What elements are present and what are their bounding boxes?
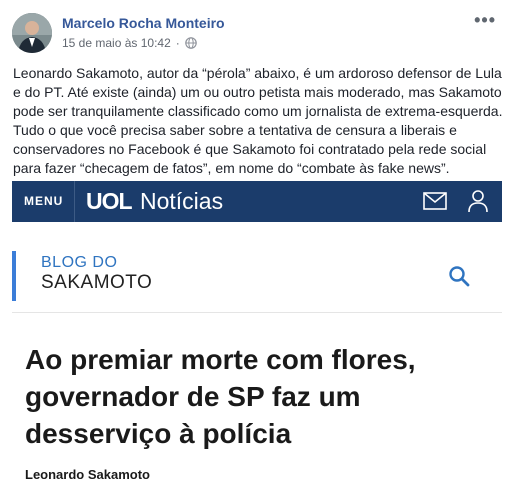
divider bbox=[12, 312, 502, 313]
more-options-button[interactable]: ••• bbox=[474, 10, 496, 31]
headline-line: desserviço à polícia bbox=[25, 418, 292, 449]
author-name[interactable]: Marcelo Rocha Monteiro bbox=[62, 15, 225, 31]
header-divider bbox=[74, 181, 75, 222]
shared-article-image[interactable]: MENU UOL Notícias BLOG DO SAKAMOTO Ao pr… bbox=[12, 181, 502, 486]
post-date[interactable]: 15 de maio às 10:42 bbox=[62, 36, 171, 50]
post-text-line: para fazer “checagem de fatos”, em nome … bbox=[13, 160, 450, 176]
globe-icon[interactable] bbox=[184, 37, 197, 49]
blog-title-prefix: BLOG DO bbox=[41, 254, 118, 271]
post-text-line: Leonardo Sakamoto, autor da “pérola” aba… bbox=[13, 65, 502, 81]
author-avatar[interactable] bbox=[12, 13, 52, 53]
uol-header-bar: MENU UOL Notícias bbox=[12, 181, 502, 222]
meta-separator: · bbox=[175, 36, 180, 50]
user-icon[interactable] bbox=[467, 189, 489, 213]
post-text-line: e do PT. Até existe (ainda) um ou outro … bbox=[13, 84, 502, 100]
uol-logo[interactable]: UOL bbox=[86, 188, 133, 215]
headline-line: Ao premiar morte com flores, bbox=[25, 344, 416, 375]
article-byline: Leonardo Sakamoto bbox=[25, 467, 150, 482]
facebook-post: Marcelo Rocha Monteiro 15 de maio às 10:… bbox=[0, 0, 508, 486]
post-body: Leonardo Sakamoto, autor da “pérola” aba… bbox=[13, 64, 503, 178]
section-title[interactable]: Notícias bbox=[140, 188, 223, 215]
article-headline[interactable]: Ao premiar morte com flores, governador … bbox=[25, 341, 495, 452]
blog-accent-bar bbox=[12, 251, 16, 301]
post-text-line: Tudo o que você precisa saber sobre a te… bbox=[13, 122, 457, 138]
mail-icon[interactable] bbox=[423, 192, 447, 210]
menu-button[interactable]: MENU bbox=[24, 194, 63, 208]
post-text-line: conservadores no Facebook é que Sakamoto… bbox=[13, 141, 487, 157]
post-text-line: pode ser tranquilamente classificado com… bbox=[13, 103, 503, 119]
blog-title[interactable]: SAKAMOTO bbox=[41, 272, 152, 294]
search-icon[interactable] bbox=[448, 265, 470, 287]
post-meta: 15 de maio às 10:42 · bbox=[62, 36, 197, 50]
headline-line: governador de SP faz um bbox=[25, 381, 361, 412]
